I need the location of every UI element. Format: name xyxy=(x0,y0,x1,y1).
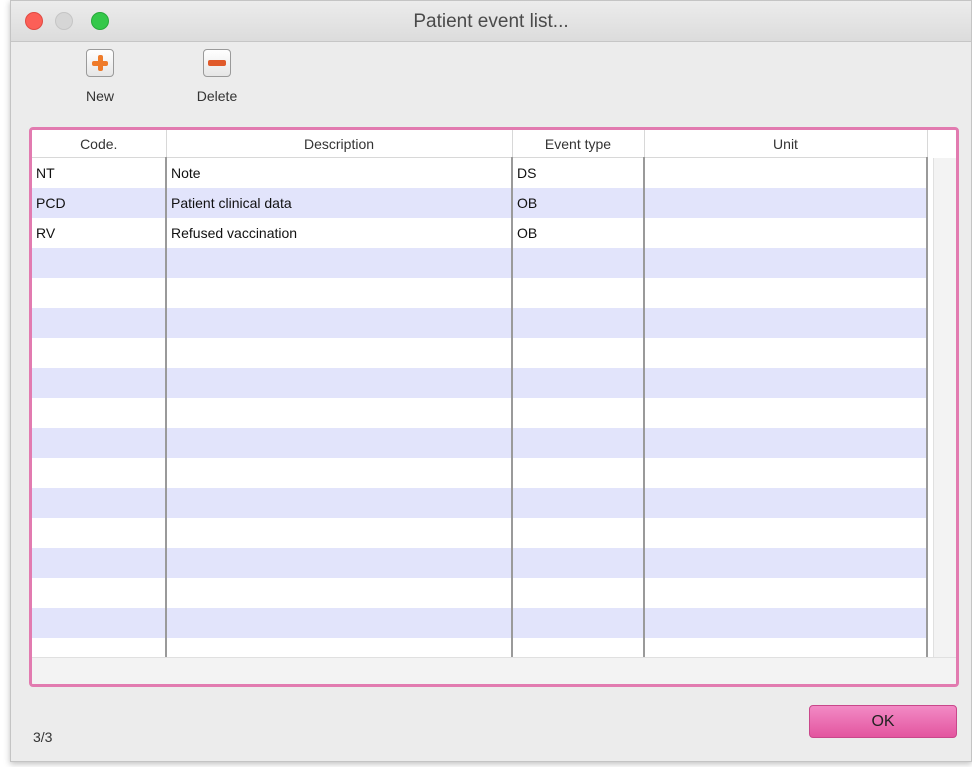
new-button-label: New xyxy=(85,88,114,104)
dialog-window: Patient event list... New Delete Code. D… xyxy=(10,0,972,762)
cell-code: NT xyxy=(32,157,167,188)
cell-description: Patient clinical data xyxy=(166,188,513,218)
title-bar: Patient event list... xyxy=(11,1,971,42)
empty-row xyxy=(32,518,928,548)
column-header-code[interactable]: Code. xyxy=(32,130,167,158)
empty-row xyxy=(32,578,928,608)
plus-icon xyxy=(86,49,114,77)
empty-row xyxy=(32,278,928,308)
empty-row xyxy=(32,398,928,428)
empty-row xyxy=(32,368,928,398)
empty-row xyxy=(32,488,928,518)
header-corner xyxy=(934,130,956,159)
table-row[interactable]: NT Note DS xyxy=(32,157,928,188)
empty-row xyxy=(32,338,928,368)
empty-row xyxy=(32,548,928,578)
vertical-scrollbar[interactable] xyxy=(933,158,956,684)
empty-row xyxy=(32,458,928,488)
cell-code: RV xyxy=(32,218,167,248)
column-header-event-type[interactable]: Event type xyxy=(512,130,645,158)
empty-row xyxy=(32,308,928,338)
table-row[interactable]: PCD Patient clinical data OB xyxy=(32,188,928,218)
horizontal-scrollbar[interactable] xyxy=(32,657,956,684)
table-row[interactable]: RV Refused vaccination OB xyxy=(32,218,928,248)
cell-code: PCD xyxy=(32,188,167,218)
delete-button-label: Delete xyxy=(196,88,238,104)
cell-description: Note xyxy=(166,157,513,188)
cell-description: Refused vaccination xyxy=(166,218,513,248)
cell-event-type: DS xyxy=(512,157,645,188)
column-header-unit[interactable]: Unit xyxy=(644,130,928,158)
event-table: Code. Description Event type Unit NT Not… xyxy=(32,130,928,668)
cell-unit xyxy=(644,157,928,188)
record-count: 3/3 xyxy=(33,729,53,745)
minus-icon xyxy=(203,49,231,77)
empty-row xyxy=(32,248,928,278)
delete-button[interactable]: Delete xyxy=(177,49,257,104)
ok-button[interactable]: OK xyxy=(809,705,957,738)
cell-unit xyxy=(644,188,928,218)
cell-event-type: OB xyxy=(512,218,645,248)
empty-row xyxy=(32,428,928,458)
column-header-description[interactable]: Description xyxy=(166,130,513,158)
cell-unit xyxy=(644,218,928,248)
event-table-frame: Code. Description Event type Unit NT Not… xyxy=(29,127,959,687)
cell-event-type: OB xyxy=(512,188,645,218)
window-title: Patient event list... xyxy=(413,11,569,32)
new-button[interactable]: New xyxy=(60,49,140,104)
empty-row xyxy=(32,608,928,638)
